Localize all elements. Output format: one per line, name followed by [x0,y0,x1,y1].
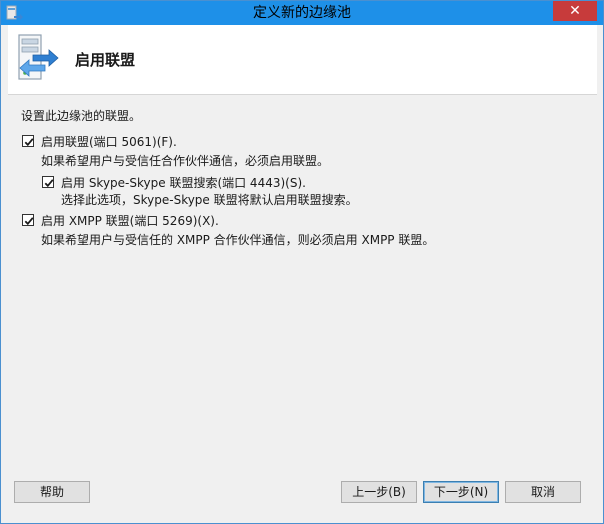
back-button[interactable]: 上一步(B) [341,481,417,503]
federation-description: 如果希望用户与受信任合作伙伴通信，必须启用联盟。 [41,154,330,168]
dialog-window: 定义新的边缘池 ✕ 启用联盟 设置此边缘池的联盟。 启用联盟(端口 5061)(… [0,0,604,524]
xmpp-label[interactable]: 启用 XMPP 联盟(端口 5269)(X). [41,212,219,229]
next-button[interactable]: 下一步(N) [423,481,499,503]
server-arrow-icon [18,34,59,80]
content-area: 设置此边缘池的联盟。 启用联盟(端口 5061)(F). 如果希望用户与受信任合… [1,95,603,475]
xmpp-checkbox[interactable] [22,214,34,226]
page-title: 启用联盟 [75,51,136,69]
help-button[interactable]: 帮助 [14,481,90,503]
checkmark-icon [24,138,34,147]
skype-search-description: 选择此选项，Skype-Skype 联盟将默认启用联盟搜索。 [61,193,358,207]
intro-text: 设置此边缘池的联盟。 [21,109,142,123]
cancel-button[interactable]: 取消 [505,481,581,503]
skype-search-checkbox[interactable] [42,176,54,188]
federation-checkbox[interactable] [22,135,34,147]
xmpp-description: 如果希望用户与受信任的 XMPP 合作伙伴通信，则必须启用 XMPP 联盟。 [41,233,435,247]
window-title: 定义新的边缘池 [253,5,351,21]
title-bar[interactable]: 定义新的边缘池 ✕ [1,1,603,25]
checkmark-icon [44,179,54,188]
close-button[interactable]: ✕ [553,1,597,21]
header-panel: 启用联盟 [8,25,597,95]
federation-label[interactable]: 启用联盟(端口 5061)(F). [41,133,177,150]
checkmark-icon [24,217,34,226]
skype-search-label[interactable]: 启用 Skype-Skype 联盟搜索(端口 4443)(S). [61,174,306,191]
